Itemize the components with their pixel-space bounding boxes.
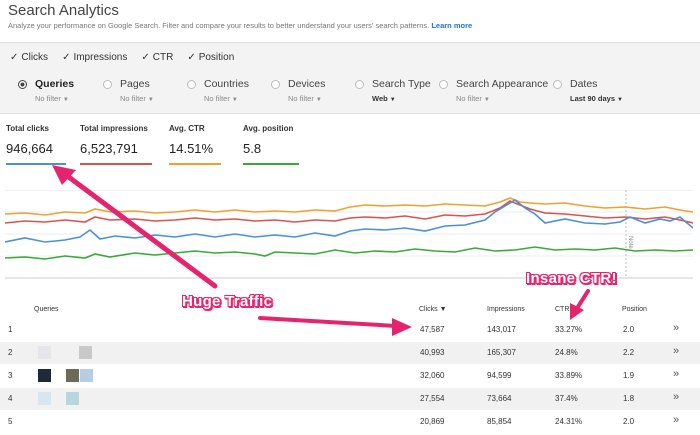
insane-ctr-annotation: Insane CTR!	[526, 270, 617, 287]
arrow-to-top-row	[258, 316, 398, 328]
arrow-to-clicks	[59, 169, 218, 289]
arrowhead-icon	[392, 318, 412, 336]
annotation-arrows	[52, 165, 590, 336]
huge-traffic-annotation: Huge Traffic	[182, 293, 273, 310]
